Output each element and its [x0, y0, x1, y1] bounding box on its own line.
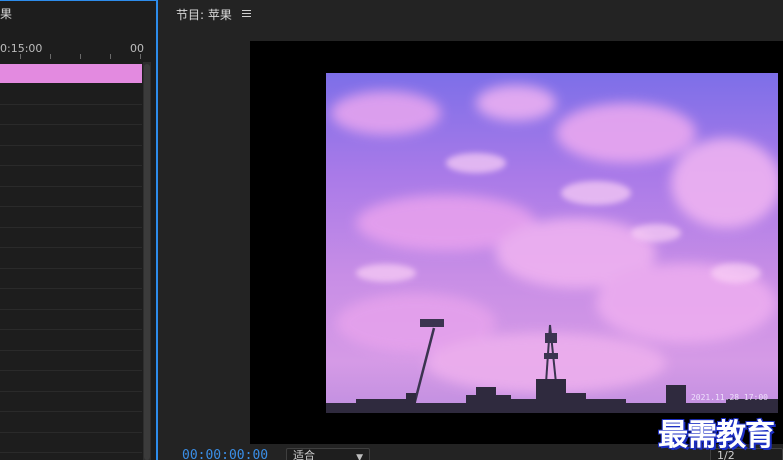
- program-monitor-panel: 节目: 苹果 2021.11.28 17:00 00:00:00:00 适合 ▼…: [160, 0, 783, 460]
- track-row[interactable]: [0, 228, 142, 248]
- ruler-tick-label: 0:15:00: [0, 42, 43, 55]
- track-row[interactable]: [0, 146, 142, 166]
- timeline-tracks[interactable]: [0, 84, 142, 460]
- track-row[interactable]: [0, 105, 142, 125]
- ruler-tick-label: 00: [130, 42, 144, 55]
- timeline-tab[interactable]: 果: [0, 3, 12, 25]
- track-row[interactable]: [0, 412, 142, 433]
- track-row[interactable]: [0, 84, 142, 105]
- track-row[interactable]: [0, 433, 142, 453]
- track-row[interactable]: [0, 330, 142, 351]
- timeline-panel[interactable]: 果 0:15:00 00: [0, 0, 158, 460]
- monitor-title[interactable]: 节目: 苹果: [176, 6, 232, 23]
- ruler-tick-mark: [20, 54, 21, 59]
- timeline-active-indicator: [0, 0, 156, 1]
- watermark-logo: 最需教育: [658, 418, 775, 453]
- ruler-tick-mark: [80, 54, 81, 59]
- video-clip[interactable]: [0, 64, 142, 83]
- track-row[interactable]: [0, 371, 142, 392]
- track-row[interactable]: [0, 392, 142, 412]
- chevron-down-icon: ▼: [356, 453, 363, 460]
- premiere-workspace: 果 0:15:00 00 节目: 苹果 2021.11.28 17:00 00:…: [0, 0, 783, 460]
- date-stamp: 2021.11.28 17:00: [690, 393, 768, 402]
- timeline-scrollbar[interactable]: [143, 62, 151, 460]
- track-row[interactable]: [0, 248, 142, 269]
- monitor-header: 节目: 苹果: [176, 4, 251, 24]
- ruler-tick-mark: [110, 54, 111, 59]
- track-row[interactable]: [0, 125, 142, 146]
- hamburger-icon[interactable]: [241, 10, 251, 18]
- program-viewer[interactable]: 2021.11.28 17:00: [250, 41, 783, 444]
- zoom-fit-label: 适合: [293, 449, 315, 460]
- zoom-fit-dropdown[interactable]: 适合 ▼: [286, 448, 370, 460]
- video-frame: 2021.11.28 17:00: [326, 73, 778, 413]
- timeline-ruler[interactable]: 0:15:00 00: [0, 40, 156, 62]
- sky-scene-image: [326, 85, 778, 413]
- track-row[interactable]: [0, 269, 142, 289]
- ruler-tick-mark: [50, 54, 51, 59]
- track-row[interactable]: [0, 166, 142, 187]
- track-row[interactable]: [0, 187, 142, 207]
- track-row[interactable]: [0, 289, 142, 310]
- ruler-tick-mark: [140, 54, 141, 59]
- track-row[interactable]: [0, 207, 142, 228]
- playhead-timecode[interactable]: 00:00:00:00: [182, 448, 268, 460]
- track-row[interactable]: [0, 351, 142, 371]
- timeline-scrollbar-thumb[interactable]: [144, 64, 150, 460]
- track-row[interactable]: [0, 310, 142, 330]
